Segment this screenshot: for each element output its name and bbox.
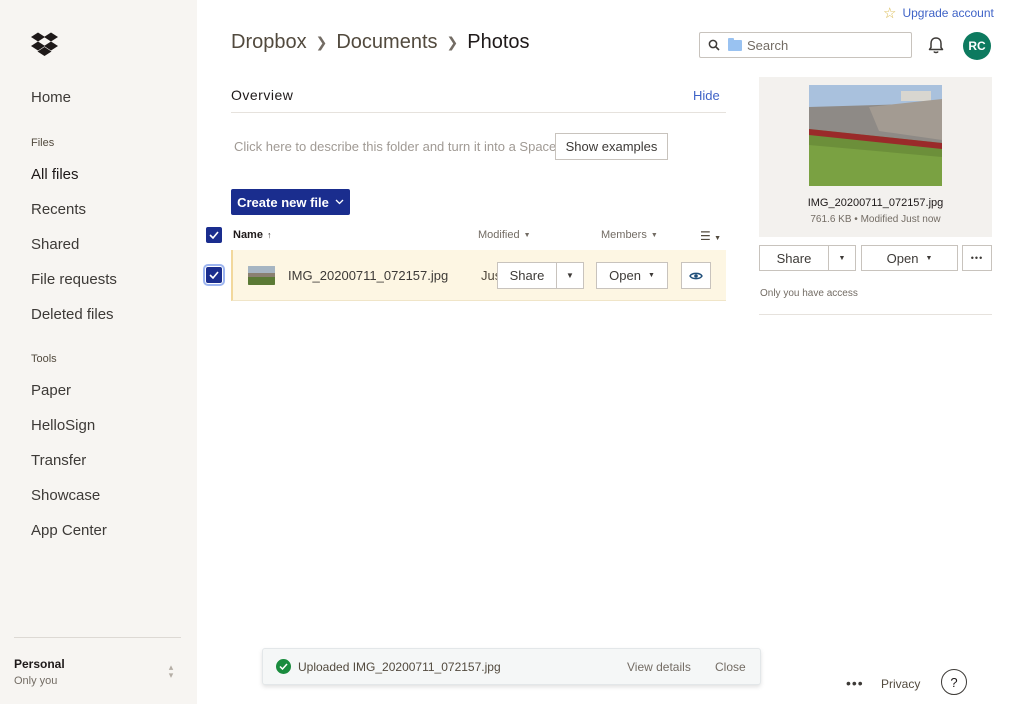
caret-down-icon: ▼ — [647, 272, 655, 279]
sort-ascending-icon: ↑ — [266, 230, 272, 240]
overview-divider — [231, 112, 726, 113]
column-header-modified-label: Modified — [478, 229, 520, 241]
breadcrumb: Dropbox ❯ Documents ❯ Photos — [231, 31, 530, 54]
upgrade-account-link[interactable]: ☆ Upgrade account — [883, 4, 994, 22]
create-new-file-button[interactable]: Create new file — [231, 189, 350, 215]
preview-open-label: Open — [886, 250, 919, 266]
sidebar: Home Files All files Recents Shared File… — [0, 0, 197, 704]
row-share-dropdown-button[interactable]: ▼ — [556, 262, 584, 289]
sidebar-item-showcase[interactable]: Showcase — [31, 487, 100, 504]
account-subtitle: Only you — [14, 675, 58, 687]
eye-icon — [689, 272, 703, 279]
checkmark-icon — [209, 231, 219, 239]
caret-down-icon: ▼ — [714, 235, 722, 242]
sidebar-item-all-files[interactable]: All files — [31, 166, 79, 183]
preview-open-button[interactable]: Open ▼ — [861, 245, 958, 271]
show-examples-button[interactable]: Show examples — [555, 133, 668, 160]
column-header-members[interactable]: Members ▼ — [601, 229, 658, 241]
privacy-link[interactable]: Privacy — [881, 677, 920, 691]
search-box[interactable] — [699, 32, 912, 58]
table-row[interactable]: IMG_20200711_072157.jpg Just now Share ▼… — [231, 250, 726, 301]
chevron-right-icon: ❯ — [446, 34, 459, 50]
sidebar-item-hellosign[interactable]: HelloSign — [31, 417, 95, 434]
folder-description-prompt[interactable]: Click here to describe this folder and t… — [234, 139, 556, 154]
preview-share-dropdown-button[interactable]: ▼ — [828, 245, 856, 271]
sidebar-item-transfer[interactable]: Transfer — [31, 452, 86, 469]
sidebar-item-home[interactable]: Home — [31, 89, 71, 106]
column-header-name[interactable]: Name ↑ — [233, 229, 271, 241]
breadcrumb-documents[interactable]: Documents — [336, 31, 437, 54]
footer-more-button[interactable]: ••• — [846, 675, 864, 691]
folder-icon — [728, 37, 742, 51]
caret-down-icon: ▼ — [523, 231, 531, 239]
chevron-down-icon — [335, 199, 344, 205]
upgrade-label: Upgrade account — [902, 6, 994, 20]
sidebar-item-paper[interactable]: Paper — [31, 382, 71, 399]
sidebar-item-file-requests[interactable]: File requests — [31, 271, 117, 288]
sidebar-item-shared[interactable]: Shared — [31, 236, 79, 253]
view-options-button[interactable]: ☰ ▼ — [700, 229, 721, 243]
sidebar-item-recents[interactable]: Recents — [31, 201, 86, 218]
dropbox-logo-icon[interactable] — [31, 32, 58, 56]
search-icon — [708, 39, 720, 51]
preview-file-meta: 761.6 KB • Modified Just now — [810, 214, 941, 225]
overview-title: Overview — [231, 87, 294, 103]
sidebar-item-deleted-files[interactable]: Deleted files — [31, 306, 114, 323]
create-new-file-label: Create new file — [237, 194, 329, 210]
preview-eye-button[interactable] — [681, 262, 711, 289]
preview-share-button[interactable]: Share — [759, 245, 829, 271]
user-avatar[interactable]: RC — [963, 32, 991, 60]
list-view-icon: ☰ — [700, 229, 711, 243]
view-details-link[interactable]: View details — [627, 660, 691, 674]
stadium-photo-image[interactable] — [809, 85, 942, 186]
help-icon[interactable]: ? — [941, 669, 967, 695]
search-input[interactable] — [747, 37, 897, 53]
hide-overview-link[interactable]: Hide — [693, 88, 720, 103]
preview-file-name: IMG_20200711_072157.jpg — [807, 197, 944, 209]
caret-down-icon: ▼ — [838, 254, 846, 262]
file-name[interactable]: IMG_20200711_072157.jpg — [288, 268, 448, 283]
preview-divider — [759, 314, 992, 315]
sidebar-divider — [14, 637, 181, 638]
column-header-modified[interactable]: Modified ▼ — [478, 229, 531, 241]
dropbox-app: Home Files All files Recents Shared File… — [0, 0, 1024, 704]
star-icon: ☆ — [883, 5, 897, 22]
preview-more-button[interactable]: ••• — [962, 245, 992, 271]
access-info: Only you have access — [760, 288, 858, 299]
sidebar-section-files: Files — [31, 137, 55, 149]
select-all-checkbox[interactable] — [206, 227, 222, 243]
column-header-name-label: Name — [233, 229, 263, 241]
row-open-label: Open — [609, 268, 641, 283]
success-check-icon — [276, 659, 291, 674]
breadcrumb-photos: Photos — [467, 31, 530, 53]
toast-message: Uploaded IMG_20200711_072157.jpg — [298, 660, 501, 674]
row-share-button[interactable]: Share — [497, 262, 557, 289]
caret-down-icon: ▼ — [925, 254, 933, 262]
row-open-button[interactable]: Open ▼ — [596, 262, 668, 289]
notification-bell-icon[interactable] — [926, 35, 946, 55]
chevron-right-icon: ❯ — [315, 34, 328, 50]
account-name[interactable]: Personal — [14, 657, 65, 671]
caret-down-icon: ▼ — [650, 231, 658, 239]
breadcrumb-dropbox[interactable]: Dropbox — [231, 31, 307, 54]
checkmark-icon — [209, 271, 219, 279]
caret-down-icon: ▼ — [566, 271, 574, 280]
column-header-members-label: Members — [601, 229, 647, 241]
row-checkbox[interactable] — [203, 264, 225, 286]
toast-close-link[interactable]: Close — [715, 660, 746, 674]
upload-toast: Uploaded IMG_20200711_072157.jpg View de… — [262, 648, 761, 685]
sidebar-section-tools: Tools — [31, 353, 57, 365]
sidebar-item-app-center[interactable]: App Center — [31, 522, 107, 539]
account-switch-icon[interactable]: ▴ ▾ — [164, 663, 178, 681]
file-thumbnail-image — [248, 266, 275, 285]
